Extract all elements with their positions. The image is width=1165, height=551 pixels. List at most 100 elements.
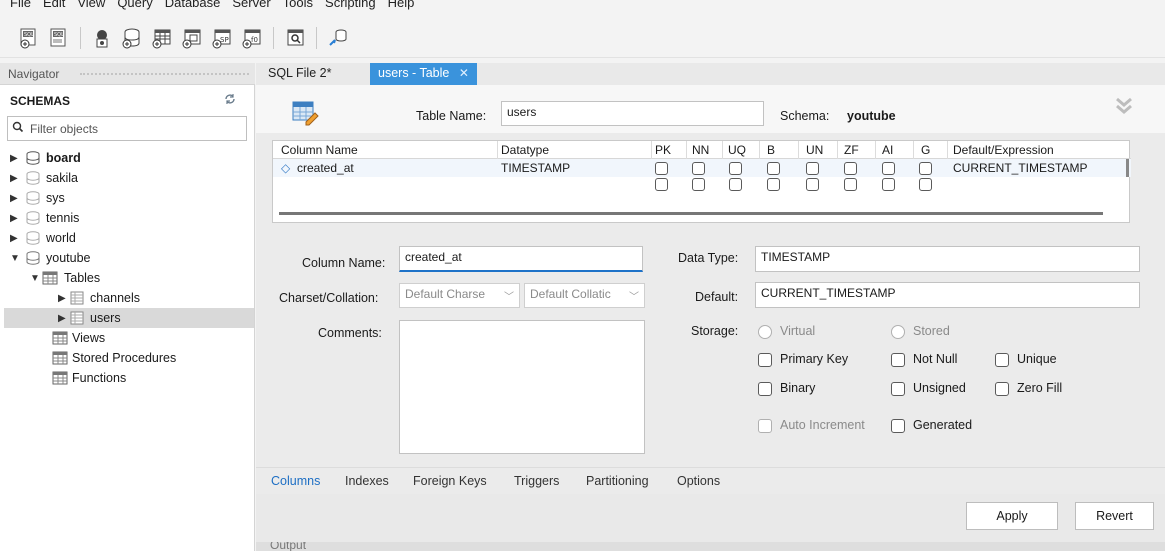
zf-checkbox[interactable]	[844, 162, 857, 175]
column-header-un[interactable]: UN	[806, 143, 823, 157]
generated-checkbox[interactable]	[891, 419, 905, 433]
column-header-datatype[interactable]: Datatype	[501, 143, 549, 157]
collapse-header-icon[interactable]	[1114, 96, 1134, 116]
uq-checkbox[interactable]	[729, 162, 742, 175]
create-table-icon[interactable]	[149, 25, 175, 51]
vertical-scrollbar[interactable]	[1126, 159, 1129, 177]
ai-checkbox[interactable]	[882, 162, 895, 175]
schema-item-youtube[interactable]: ▼ youtube	[10, 248, 90, 268]
not-null-checkbox[interactable]	[891, 353, 905, 367]
table-name-input[interactable]: users	[501, 101, 764, 126]
g-checkbox[interactable]	[919, 162, 932, 175]
open-sql-script-icon[interactable]: SQL	[46, 25, 72, 51]
auto-increment-checkbox[interactable]	[758, 419, 772, 433]
menu-scripting[interactable]: Scripting	[319, 0, 382, 10]
search-table-data-icon[interactable]	[282, 25, 308, 51]
menu-edit[interactable]: Edit	[37, 0, 71, 10]
zf-checkbox[interactable]	[844, 178, 857, 191]
expand-arrow-icon[interactable]: ▶	[10, 193, 22, 204]
revert-button[interactable]: Revert	[1075, 502, 1154, 530]
nn-checkbox[interactable]	[692, 178, 705, 191]
virtual-radio[interactable]	[758, 325, 772, 339]
subtab-options[interactable]: Options	[677, 474, 720, 488]
horizontal-scrollbar[interactable]	[279, 212, 1103, 215]
uq-checkbox[interactable]	[729, 178, 742, 191]
schema-item-board[interactable]: ▶ board	[10, 148, 81, 168]
charset-select[interactable]: Default Charse ﹀	[399, 283, 520, 308]
pk-checkbox[interactable]	[655, 162, 668, 175]
un-checkbox[interactable]	[806, 162, 819, 175]
expand-arrow-icon[interactable]: ▶	[10, 153, 22, 164]
binary-checkbox[interactable]	[758, 382, 772, 396]
reconnect-icon[interactable]	[325, 25, 351, 51]
subtab-triggers[interactable]: Triggers	[514, 474, 559, 488]
tab-sql-file-2[interactable]: SQL File 2*	[260, 63, 339, 85]
subtab-indexes[interactable]: Indexes	[345, 474, 389, 488]
expand-arrow-icon[interactable]: ▶	[10, 213, 22, 224]
menu-help[interactable]: Help	[382, 0, 421, 10]
column-header-zf[interactable]: ZF	[844, 143, 859, 157]
inspector-icon[interactable]	[89, 25, 115, 51]
unsigned-checkbox[interactable]	[891, 382, 905, 396]
collation-select[interactable]: Default Collatic ﹀	[524, 283, 645, 308]
expand-arrow-icon[interactable]: ▶	[58, 313, 70, 324]
menu-database[interactable]: Database	[159, 0, 227, 10]
menu-query[interactable]: Query	[111, 0, 158, 10]
grid-cell-column-name[interactable]: created_at	[297, 161, 354, 175]
grid-row-new[interactable]	[273, 177, 1131, 195]
views-folder[interactable]: Views	[52, 328, 105, 348]
menu-view[interactable]: View	[71, 0, 111, 10]
expand-arrow-icon[interactable]: ▶	[58, 293, 70, 304]
pk-checkbox[interactable]	[655, 178, 668, 191]
create-function-icon[interactable]: f0	[239, 25, 265, 51]
zero-fill-checkbox[interactable]	[995, 382, 1009, 396]
schema-item-sakila[interactable]: ▶ sakila	[10, 168, 78, 188]
collapse-arrow-icon[interactable]: ▼	[30, 273, 42, 284]
menu-file[interactable]: File	[4, 0, 37, 10]
primary-key-checkbox[interactable]	[758, 353, 772, 367]
filter-objects-input[interactable]	[30, 119, 242, 138]
column-header-default[interactable]: Default/Expression	[953, 143, 1054, 157]
column-header-ai[interactable]: AI	[882, 143, 893, 157]
stored-procedures-folder[interactable]: Stored Procedures	[52, 348, 176, 368]
close-tab-icon[interactable]: ✕	[459, 66, 469, 80]
schema-item-world[interactable]: ▶ world	[10, 228, 76, 248]
schema-item-sys[interactable]: ▶ sys	[10, 188, 65, 208]
stored-radio[interactable]	[891, 325, 905, 339]
collapse-arrow-icon[interactable]: ▼	[10, 253, 22, 264]
menu-tools[interactable]: Tools	[277, 0, 319, 10]
comments-textarea[interactable]	[399, 320, 645, 454]
default-input[interactable]: CURRENT_TIMESTAMP	[755, 282, 1140, 308]
functions-folder[interactable]: Functions	[52, 368, 126, 388]
data-type-input[interactable]: TIMESTAMP	[755, 246, 1140, 272]
b-checkbox[interactable]	[767, 162, 780, 175]
column-header-nn[interactable]: NN	[692, 143, 709, 157]
column-header-g[interactable]: G	[921, 143, 930, 157]
new-sql-tab-icon[interactable]: SQL	[16, 25, 42, 51]
column-header-b[interactable]: B	[767, 143, 775, 157]
column-header-name[interactable]: Column Name	[281, 143, 358, 157]
menu-server[interactable]: Server	[226, 0, 276, 10]
unique-checkbox[interactable]	[995, 353, 1009, 367]
expand-arrow-icon[interactable]: ▶	[10, 233, 22, 244]
grid-cell-datatype[interactable]: TIMESTAMP	[501, 161, 570, 175]
expand-arrow-icon[interactable]: ▶	[10, 173, 22, 184]
un-checkbox[interactable]	[806, 178, 819, 191]
ai-checkbox[interactable]	[882, 178, 895, 191]
column-header-pk[interactable]: PK	[655, 143, 671, 157]
subtab-columns[interactable]: Columns	[271, 474, 320, 488]
navigator-grip[interactable]	[80, 73, 249, 75]
table-item-channels[interactable]: ▶ channels	[58, 288, 140, 308]
tab-users-table[interactable]: users - Table ✕	[370, 63, 477, 85]
apply-button[interactable]: Apply	[966, 502, 1058, 530]
g-checkbox[interactable]	[919, 178, 932, 191]
b-checkbox[interactable]	[767, 178, 780, 191]
schema-item-tennis[interactable]: ▶ tennis	[10, 208, 79, 228]
create-schema-icon[interactable]	[119, 25, 145, 51]
create-view-icon[interactable]	[179, 25, 205, 51]
refresh-icon[interactable]	[224, 94, 236, 107]
subtab-foreign-keys[interactable]: Foreign Keys	[413, 474, 487, 488]
nn-checkbox[interactable]	[692, 162, 705, 175]
tables-folder[interactable]: ▼ Tables	[30, 268, 100, 288]
create-procedure-icon[interactable]: SP	[209, 25, 235, 51]
